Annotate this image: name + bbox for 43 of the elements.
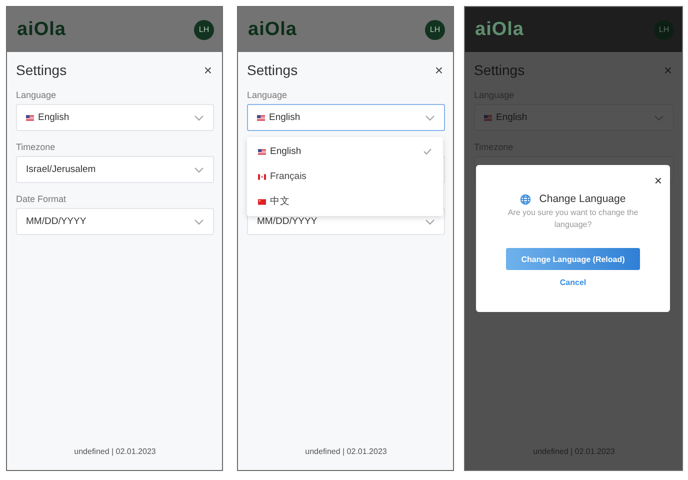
language-option[interactable]: English [247,139,443,164]
check-icon [423,148,432,155]
logo: aiOla [475,18,524,40]
us-flag-icon [257,114,265,120]
us-flag-icon [26,114,34,120]
close-button[interactable]: × [432,63,445,77]
select-value: English [269,112,302,123]
select-value: MM/DD/YYYY [257,216,318,227]
sheet-title: Settings [247,62,298,78]
cn-flag-icon [258,198,266,204]
field-label: Language [247,90,288,100]
chevron-down-icon [194,166,204,172]
close-button[interactable]: × [654,174,662,187]
chevron-down-icon [194,114,204,120]
select-field[interactable]: English [247,104,445,131]
select-field[interactable]: MM/DD/YYYY [16,208,214,235]
version-text: undefined | 02.01.2023 [304,447,388,456]
logo: aiOla [17,18,66,40]
select-value: MM/DD/YYYY [26,216,88,227]
ca-flag-icon [258,174,266,180]
chevron-down-icon [194,218,204,224]
sheet-title: Settings [474,62,525,78]
user-avatar[interactable]: LH [425,20,445,40]
chevron-down-icon [425,218,435,224]
sheet-title: Settings [16,62,67,78]
select-field[interactable]: Israel/Jerusalem [16,156,214,183]
dialog-message: Are you sure you want to change the language? [506,207,640,231]
chevron-down-icon [425,114,435,120]
select-field[interactable]: English [16,104,214,131]
user-avatar[interactable]: LH [194,20,214,40]
language-option[interactable]: Français [247,164,443,189]
close-button[interactable]: × [202,63,214,77]
select-value: English [496,112,528,123]
dialog-title: Change Language [539,193,626,205]
field-label: Language [16,90,58,100]
field-label: Date Format [16,194,68,204]
version-text: undefined | 02.01.2023 [73,447,157,456]
logo: aiOla [248,18,297,40]
field-label: Timezone [16,142,56,152]
us-flag-icon [258,148,266,154]
select-value: English [38,112,70,123]
globe-icon [520,194,532,204]
select-value: Israel/Jerusalem [26,164,97,175]
